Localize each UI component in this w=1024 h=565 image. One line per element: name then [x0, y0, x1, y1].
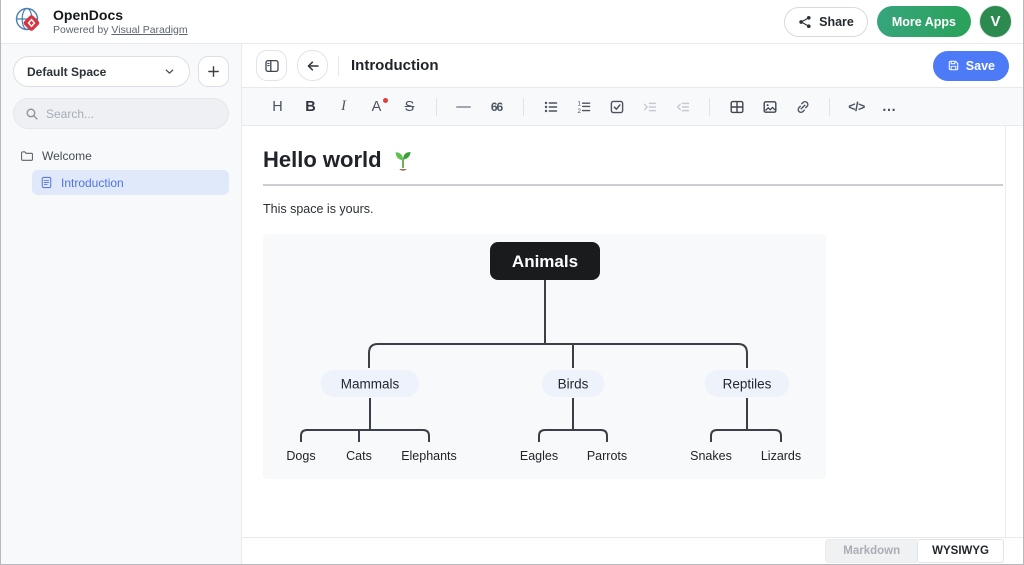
branch-node-label: Reptiles: [723, 377, 772, 392]
font-color-button[interactable]: A: [363, 94, 390, 120]
tree-connectors: [301, 280, 781, 442]
save-icon: [947, 59, 960, 72]
more-apps-button[interactable]: More Apps: [877, 6, 971, 37]
heading-rule: [263, 184, 1003, 186]
toolbar-divider: [829, 98, 830, 116]
bold-button[interactable]: B: [297, 94, 324, 120]
main-panel: Introduction Save H B I A S — 66: [242, 44, 1023, 564]
wysiwyg-mode-button[interactable]: WYSIWYG: [917, 539, 1004, 563]
root-node-label: Animals: [512, 252, 578, 271]
animals-tree-diagram[interactable]: Animals Mammals Birds Reptiles Dogs Cats: [263, 234, 826, 479]
doc-header: Introduction Save: [242, 44, 1023, 88]
italic-button[interactable]: I: [330, 94, 357, 120]
space-selector[interactable]: Default Space: [13, 56, 190, 87]
toolbar-divider: [523, 98, 524, 116]
leaf-nodes: Dogs Cats Elephants Eagles Parrots Snake…: [286, 449, 801, 463]
document-paragraph: This space is yours.: [263, 202, 1023, 216]
opendocs-app: OpenDocs Powered by Visual Paradigm Shar…: [1, 0, 1023, 564]
app-title: OpenDocs: [53, 7, 188, 23]
document-heading: Hello world: [263, 147, 1023, 173]
visual-paradigm-logo-icon: [13, 6, 44, 37]
add-space-button[interactable]: [198, 56, 229, 87]
numbered-list-button[interactable]: 1 2: [570, 94, 597, 120]
leaf-node-label: Eagles: [520, 449, 558, 463]
editor-area[interactable]: Hello world This space is yours.: [242, 126, 1023, 537]
share-icon: [798, 15, 812, 29]
space-selector-value: Default Space: [27, 65, 106, 79]
table-icon: [729, 99, 745, 115]
app-tagline: Powered by Visual Paradigm: [53, 24, 188, 36]
color-dot: [383, 98, 388, 103]
share-label: Share: [819, 15, 854, 29]
link-icon: [795, 99, 811, 115]
branch-node-label: Mammals: [341, 377, 400, 392]
leaf-node-label: Snakes: [690, 449, 732, 463]
search-icon: [25, 107, 39, 121]
toolbar-divider: [436, 98, 437, 116]
svg-text:2: 2: [577, 108, 581, 115]
numbered-list-icon: 1 2: [576, 99, 592, 115]
bullet-list-button[interactable]: [537, 94, 564, 120]
tree-item-label: Introduction: [61, 176, 124, 190]
seedling-emoji: [392, 149, 414, 171]
strikethrough-button[interactable]: S: [396, 94, 423, 120]
leaf-node-label: Lizards: [761, 449, 801, 463]
link-button[interactable]: [789, 94, 816, 120]
visual-paradigm-link[interactable]: Visual Paradigm: [111, 24, 187, 36]
back-button[interactable]: [297, 50, 328, 81]
plus-icon: [206, 64, 221, 79]
markdown-mode-button[interactable]: Markdown: [825, 539, 917, 563]
page-title: Introduction: [351, 57, 438, 74]
image-button[interactable]: [756, 94, 783, 120]
scrollbar-gutter: [1005, 126, 1006, 537]
brand-block: OpenDocs Powered by Visual Paradigm: [53, 7, 188, 35]
horizontal-rule-button[interactable]: —: [450, 94, 477, 120]
tree-item-label: Welcome: [42, 149, 92, 163]
header-divider: [338, 56, 339, 76]
leaf-node-label: Cats: [346, 449, 372, 463]
panel-toggle-icon: [264, 58, 280, 74]
search-box: [13, 98, 229, 129]
more-options-button[interactable]: …: [876, 94, 903, 120]
top-header: OpenDocs Powered by Visual Paradigm Shar…: [1, 0, 1023, 44]
arrow-left-icon: [305, 58, 321, 74]
tree-item-introduction[interactable]: Introduction: [32, 170, 229, 195]
outdent-icon: [675, 99, 691, 115]
task-list-button[interactable]: [603, 94, 630, 120]
toggle-sidebar-button[interactable]: [256, 50, 287, 81]
sidebar: Default Space: [1, 44, 242, 564]
header-actions: Share More Apps V: [784, 6, 1011, 37]
editor-status-bar: Markdown WYSIWYG: [242, 537, 1023, 564]
folder-icon: [20, 149, 34, 163]
save-label: Save: [966, 59, 995, 73]
blockquote-button[interactable]: 66: [483, 94, 510, 120]
image-icon: [762, 99, 778, 115]
branch-node-label: Birds: [558, 377, 589, 392]
tree-diagram-svg: Animals Mammals Birds Reptiles Dogs Cats: [263, 234, 826, 479]
table-button[interactable]: [723, 94, 750, 120]
leaf-node-label: Parrots: [587, 449, 627, 463]
share-button[interactable]: Share: [784, 7, 868, 37]
bullet-list-icon: [543, 99, 559, 115]
formatting-toolbar: H B I A S — 66 1 2: [242, 88, 1023, 126]
tree-item-welcome[interactable]: Welcome: [13, 144, 229, 168]
leaf-node-label: Dogs: [286, 449, 315, 463]
toolbar-divider: [709, 98, 710, 116]
user-avatar[interactable]: V: [980, 6, 1011, 37]
search-input[interactable]: [46, 107, 217, 121]
document-icon: [40, 176, 53, 189]
outdent-button[interactable]: [669, 94, 696, 120]
indent-button[interactable]: [636, 94, 663, 120]
save-button[interactable]: Save: [933, 51, 1009, 81]
code-button[interactable]: </>: [843, 94, 870, 120]
checkbox-icon: [609, 99, 625, 115]
leaf-node-label: Elephants: [401, 449, 457, 463]
chevron-down-icon: [163, 65, 176, 78]
branch-nodes: Mammals Birds Reptiles: [321, 370, 789, 397]
svg-text:1: 1: [577, 100, 581, 107]
indent-icon: [642, 99, 658, 115]
page-tree: Welcome Introduction: [13, 144, 229, 195]
heading-button[interactable]: H: [264, 94, 291, 120]
